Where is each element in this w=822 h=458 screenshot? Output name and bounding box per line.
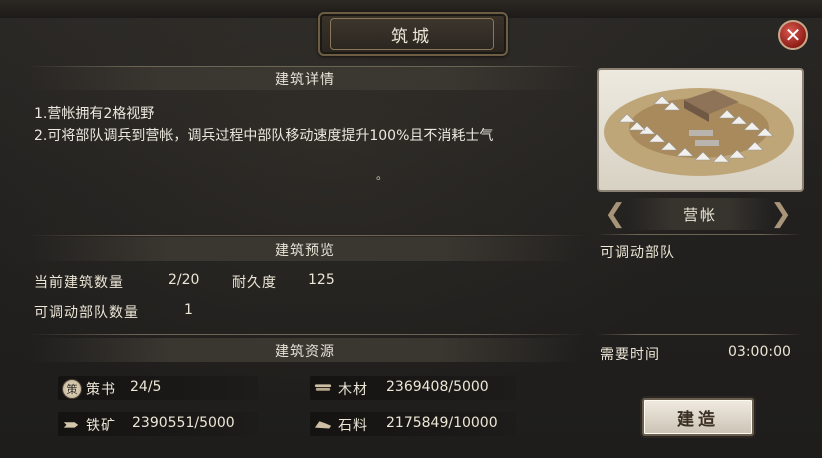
divider	[26, 66, 586, 67]
time-value: 03:00:00	[728, 344, 791, 360]
preview-heading: 建筑预览	[275, 243, 335, 259]
resource-value: 2175849/10000	[386, 415, 498, 431]
divider	[596, 234, 802, 235]
build-button[interactable]: 建造	[642, 398, 754, 436]
durability-label: 耐久度	[232, 275, 277, 291]
resources-heading: 建筑资源	[275, 344, 335, 360]
resource-name: 策书	[86, 382, 116, 398]
divider	[26, 235, 586, 236]
dialog-title: 筑城	[330, 18, 494, 50]
close-icon: ✕	[784, 23, 802, 47]
next-building-button[interactable]: ❯	[770, 199, 792, 229]
chevron-left-icon: ❮	[604, 199, 626, 229]
details-text: 1.营帐拥有2格视野 2.可将部队调兵到营帐，调兵过程中部队移动速度提升100%…	[34, 103, 594, 147]
strategy-book-icon: 策	[62, 379, 82, 399]
resource-value: 2369408/5000	[386, 379, 489, 395]
troops-value: 1	[184, 302, 193, 318]
resource-value: 24/5	[130, 379, 162, 395]
building-description: 可调动部队	[600, 245, 675, 261]
details-heading: 建筑详情	[275, 72, 335, 88]
building-name: 营帐	[628, 198, 772, 230]
troops-label: 可调动部队数量	[34, 305, 139, 321]
detail-line-2: 2.可将部队调兵到营帐，调兵过程中部队移动速度提升100%且不消耗士气	[34, 128, 494, 144]
chevron-right-icon: ❯	[770, 199, 792, 229]
divider	[596, 334, 802, 335]
prev-building-button[interactable]: ❮	[604, 199, 626, 229]
time-label: 需要时间	[600, 347, 660, 363]
building-preview-image	[597, 68, 804, 192]
durability-value: 125	[308, 272, 335, 288]
resource-name: 石料	[338, 418, 368, 434]
trailing-mark: 。	[376, 168, 389, 182]
resource-value: 2390551/5000	[132, 415, 235, 431]
building-count-value: 2/20	[168, 272, 200, 288]
building-count-label: 当前建筑数量	[34, 275, 124, 291]
divider	[26, 334, 586, 335]
wood-icon	[314, 379, 332, 397]
detail-line-1: 1.营帐拥有2格视野	[34, 106, 155, 122]
stone-icon	[314, 415, 332, 433]
resource-name: 铁矿	[86, 418, 116, 434]
resource-name: 木材	[338, 382, 368, 398]
close-button[interactable]: ✕	[778, 20, 808, 50]
iron-ore-icon	[62, 415, 80, 433]
